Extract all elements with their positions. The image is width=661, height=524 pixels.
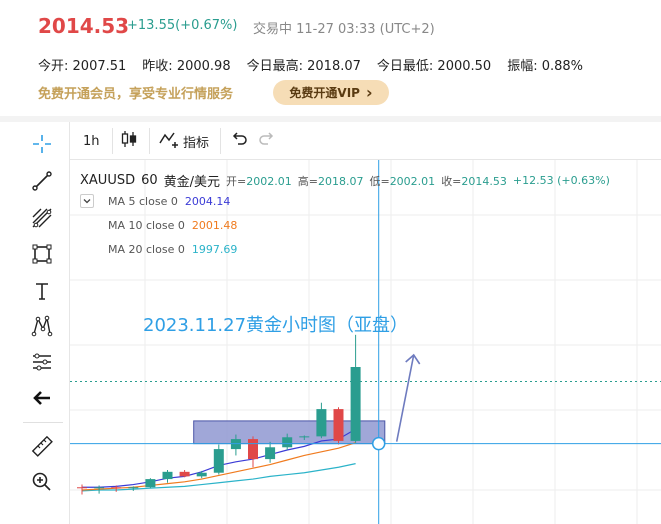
long-position-icon[interactable] (28, 348, 56, 376)
candle-body (333, 409, 344, 441)
candle-body (299, 436, 310, 438)
toolbar-divider (112, 128, 113, 154)
interval-label: 1h (83, 133, 100, 149)
toolbar-divider (23, 422, 63, 423)
legend-change: +12.53 (+0.63%) (512, 174, 610, 187)
ma10-legend: MA 10 close 0 2001.48 (108, 219, 238, 232)
ma5-legend: MA 5 close 0 2004.14 (108, 195, 231, 208)
legend-high: 高=2018.07 (297, 174, 364, 188)
candle-body (316, 409, 327, 437)
chart-toolbar: 1h 指标 (70, 122, 661, 160)
candle-body (248, 439, 258, 460)
candle-body (213, 449, 224, 473)
quote-stats: 今开: 2007.51 昨收: 2000.98 今日最高: 2018.07 今日… (38, 55, 583, 74)
undo-button[interactable] (230, 129, 248, 153)
rectangle-icon[interactable] (28, 240, 56, 268)
candle-body (111, 487, 122, 489)
stat-open: 今开: 2007.51 (38, 59, 127, 74)
stat-prev-close: 昨收: 2000.98 (142, 59, 231, 74)
drawing-toolbar (15, 122, 70, 524)
vip-button-label: 免费开通VIP (289, 86, 360, 100)
redo-icon (258, 130, 276, 152)
candle-body (77, 487, 87, 489)
candle-body (162, 471, 173, 480)
chevron-right-icon: › (365, 82, 373, 102)
candlestick-chart[interactable] (70, 160, 661, 524)
projection-arrow (395, 354, 415, 442)
price-chart[interactable]: XAUUSD 60 黄金/美元 开=2002.01 高=2018.07 低=20… (70, 160, 661, 524)
trend-line-icon[interactable] (28, 167, 56, 195)
zoom-in-icon[interactable] (28, 468, 56, 496)
market-status: 交易中 11-27 03:33 (UTC+2) (253, 22, 435, 37)
toolbar-divider (220, 128, 221, 154)
quote-header: 2014.53 +13.55(+0.67%) 交易中 11-27 03:33 (… (0, 0, 661, 122)
candle-body (196, 472, 207, 477)
stat-amplitude: 振幅: 0.88% (507, 59, 584, 74)
candle-body (265, 447, 276, 460)
crosshair-point (371, 436, 386, 451)
fib-icon[interactable] (28, 204, 56, 232)
chart-type-button[interactable] (120, 129, 138, 153)
chevron-down-icon (83, 199, 91, 204)
ruler-icon[interactable] (28, 432, 56, 460)
series-legend: XAUUSD 60 黄金/美元 开=2002.01 高=2018.07 低=20… (80, 171, 610, 190)
candle-body (350, 367, 361, 441)
chart-annotation-text: 2023.11.27黄金小时图（亚盘） (143, 315, 409, 336)
candle-body (128, 487, 139, 489)
price-change: +13.55(+0.67%) (127, 18, 238, 33)
candle-body (179, 471, 190, 477)
undo-icon (230, 130, 248, 152)
interval-button[interactable]: 1h (83, 129, 100, 153)
ma20-legend: MA 20 close 0 1997.69 (108, 243, 238, 256)
back-arrow-icon[interactable] (28, 384, 56, 412)
candle-body (282, 437, 293, 448)
crosshair-icon[interactable] (28, 130, 56, 158)
promo-text: 免费开通会员，享受专业行情服务 (38, 87, 234, 102)
toolbar-divider (149, 128, 150, 154)
stat-day-low: 今日最低: 2000.50 (376, 59, 492, 74)
candle-body (145, 479, 156, 488)
vip-signup-button[interactable]: 免费开通VIP › (273, 80, 389, 105)
legend-symbol: XAUUSD (80, 173, 136, 188)
candle-body (94, 487, 105, 489)
text-icon[interactable] (28, 277, 56, 305)
legend-collapse-button[interactable] (80, 194, 94, 208)
candlestick-icon (120, 129, 138, 153)
legend-open: 开=2002.01 (226, 174, 292, 188)
legend-name: 黄金/美元 (163, 175, 221, 190)
indicators-button[interactable]: 指标 (158, 129, 209, 153)
last-price: 2014.53 (38, 14, 130, 38)
indicators-label: 指标 (183, 135, 210, 151)
legend-timeframe: 60 (141, 173, 158, 188)
redo-button[interactable] (258, 129, 276, 153)
indicators-icon (158, 129, 180, 153)
legend-close: 收=2014.53 (441, 174, 507, 188)
pattern-icon[interactable] (28, 312, 56, 340)
legend-low: 低=2002.01 (369, 174, 436, 188)
stat-day-high: 今日最高: 2018.07 (246, 59, 361, 74)
